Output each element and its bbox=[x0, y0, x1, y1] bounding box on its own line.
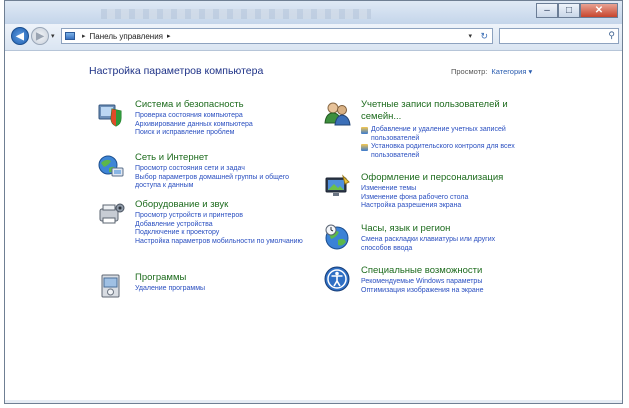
category-link[interactable]: Изменение темы bbox=[361, 185, 541, 194]
search-icon[interactable]: ⚲ bbox=[608, 30, 615, 41]
control-panel-icon bbox=[65, 32, 75, 40]
category-title[interactable]: Оборудование и звук bbox=[135, 199, 228, 210]
category-link[interactable]: Добавление устройства bbox=[135, 221, 315, 230]
shield-icon[interactable] bbox=[97, 99, 125, 127]
breadcrumb-control-panel[interactable]: Панель управления bbox=[90, 32, 164, 41]
category-link[interactable]: Настройка разрешения экрана bbox=[361, 202, 541, 211]
category-link[interactable]: Настройка параметров мобильности по умол… bbox=[135, 238, 315, 247]
breadcrumb-separator-icon[interactable]: ▸ bbox=[82, 32, 86, 40]
category-link[interactable]: Просмотр устройств и принтеров bbox=[135, 212, 315, 221]
category-link[interactable]: Проверка состояния компьютера bbox=[135, 112, 315, 121]
category-title[interactable]: Учетные записи пользователей и семейн... bbox=[361, 99, 526, 123]
view-by-label: Просмотр: bbox=[451, 67, 488, 76]
category-link[interactable]: Рекомендуемые Windows параметры bbox=[361, 278, 541, 287]
main-content: Настройка параметров компьютера Просмотр… bbox=[5, 51, 622, 403]
category-title[interactable]: Система и безопасность bbox=[135, 99, 244, 110]
minimize-button[interactable]: – bbox=[536, 3, 558, 18]
category-link[interactable]: Изменение фона рабочего стола bbox=[361, 194, 541, 203]
title-bar-glass bbox=[101, 9, 371, 19]
breadcrumb-chevron-icon[interactable]: ▸ bbox=[167, 32, 171, 40]
forward-button[interactable]: ▶ bbox=[31, 27, 49, 45]
category-link[interactable]: Просмотр состояния сети и задач bbox=[135, 165, 315, 174]
link-row: Добавление и удаление учетных записей по… bbox=[361, 126, 556, 143]
maximize-button[interactable]: □ bbox=[558, 3, 580, 18]
close-button[interactable]: ✕ bbox=[580, 3, 618, 18]
programs-icon[interactable] bbox=[97, 272, 125, 300]
category-link[interactable]: Добавление и удаление учетных записей по… bbox=[371, 126, 556, 143]
recent-pages-chevron-icon[interactable]: ▾ bbox=[51, 32, 55, 40]
navigation-bar: ◀ ▶ ▾ ▸ Панель управления ▸ ▾ ↻ ⚲ bbox=[5, 24, 622, 51]
category-link[interactable]: Подключение к проектору bbox=[135, 229, 315, 238]
forward-arrow-icon: ▶ bbox=[36, 30, 44, 42]
clock-globe-icon[interactable] bbox=[323, 223, 351, 251]
appearance-icon[interactable] bbox=[323, 172, 351, 200]
accessibility-icon[interactable] bbox=[323, 265, 351, 293]
category-title[interactable]: Программы bbox=[135, 272, 186, 283]
maximize-icon: □ bbox=[565, 4, 573, 16]
window-bottom-border bbox=[5, 400, 622, 403]
address-dropdown-icon[interactable]: ▾ bbox=[468, 32, 472, 40]
minimize-icon: – bbox=[544, 4, 550, 16]
close-icon: ✕ bbox=[594, 4, 604, 16]
search-input[interactable]: ⚲ bbox=[499, 28, 619, 44]
view-by: Просмотр: Категория ▾ bbox=[451, 67, 532, 76]
back-arrow-icon: ◀ bbox=[16, 30, 24, 42]
category-title[interactable]: Специальные возможности bbox=[361, 265, 482, 276]
category-title[interactable]: Оформление и персонализация bbox=[361, 172, 503, 183]
page-title: Настройка параметров компьютера bbox=[89, 65, 264, 77]
category-link[interactable]: Смена раскладки клавиатуры или других сп… bbox=[361, 236, 526, 253]
view-by-dropdown[interactable]: Категория ▾ bbox=[491, 67, 532, 76]
control-panel-window: – □ ✕ ◀ ▶ ▾ ▸ Панель управления ▸ ▾ ↻ ⚲ … bbox=[4, 0, 623, 404]
category-link[interactable]: Выбор параметров домашней группы и общег… bbox=[135, 174, 315, 191]
address-bar[interactable]: ▸ Панель управления ▸ ▾ ↻ bbox=[61, 28, 493, 44]
caption-buttons: – □ ✕ bbox=[536, 3, 618, 18]
hardware-sound-icon[interactable] bbox=[97, 199, 125, 227]
category-link[interactable]: Архивирование данных компьютера bbox=[135, 121, 315, 130]
category-title[interactable]: Сеть и Интернет bbox=[135, 152, 208, 163]
category-title[interactable]: Часы, язык и регион bbox=[361, 223, 450, 234]
link-row: Установка родительского контроля для все… bbox=[361, 143, 556, 160]
category-link[interactable]: Удаление программы bbox=[135, 285, 315, 294]
refresh-icon[interactable]: ↻ bbox=[480, 31, 488, 42]
user-accounts-icon[interactable] bbox=[323, 99, 351, 127]
category-link[interactable]: Установка родительского контроля для все… bbox=[371, 143, 556, 160]
network-icon[interactable] bbox=[97, 152, 125, 180]
category-link[interactable]: Оптимизация изображения на экране bbox=[361, 287, 541, 296]
uac-shield-icon bbox=[361, 144, 368, 152]
title-bar[interactable]: – □ ✕ bbox=[5, 1, 622, 24]
category-link[interactable]: Поиск и исправление проблем bbox=[135, 129, 315, 138]
uac-shield-icon bbox=[361, 127, 368, 134]
back-button[interactable]: ◀ bbox=[11, 27, 29, 45]
